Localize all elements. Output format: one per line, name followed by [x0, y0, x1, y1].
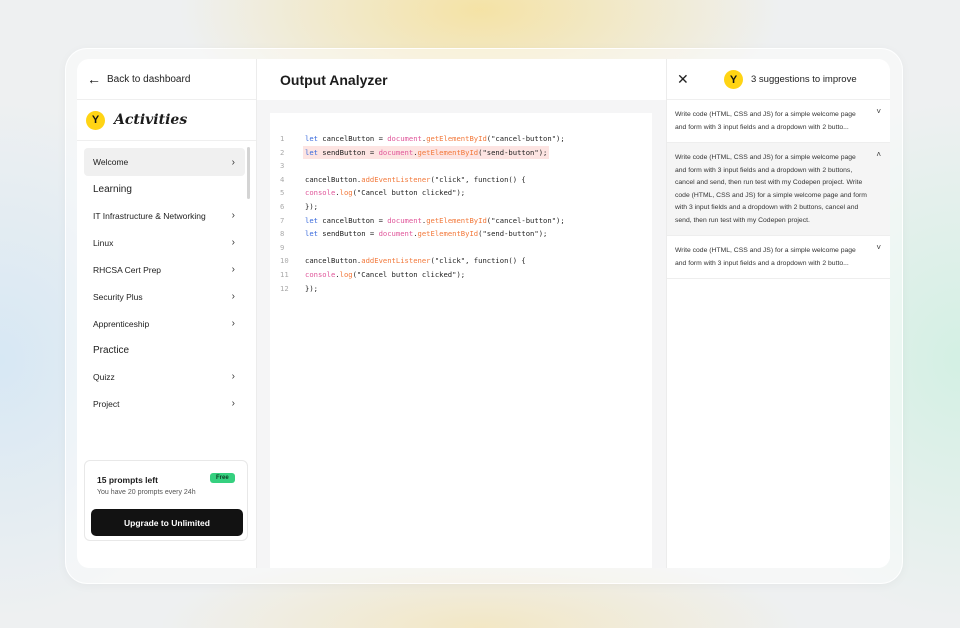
suggestions-list: Write code (HTML, CSS and JS) for a simp… — [667, 100, 890, 279]
line-number: 8 — [280, 229, 285, 239]
code-line: 6}); — [270, 200, 652, 213]
sidebar-item-label: RHCSA Cert Prep — [93, 264, 162, 275]
sidebar-nav: Welcome › Learning IT Infrastructure & Netw… — [77, 147, 257, 417]
sidebar-item-label: IT Infrastructure & Networking — [93, 210, 206, 221]
prompts-subtitle: You have 20 prompts every 24h — [97, 489, 196, 496]
chevron-right-icon: › — [231, 371, 235, 382]
line-number: 12 — [280, 283, 289, 293]
code-line: 2 let sendButton = document.getElementByI… — [270, 145, 652, 159]
sidebar-item-rhcsa-cert-prep[interactable]: RHCSA Cert Prep › — [77, 256, 257, 283]
main-panel: Output Analyzer 1 let cancelButton = docu… — [257, 59, 666, 568]
sidebar: ← Back to dashboard Y Activities Welcome… — [77, 59, 257, 568]
line-number: 3 — [280, 161, 285, 171]
chevron-right-icon: › — [231, 210, 235, 221]
code-text: let cancelButton = document.getElementBy… — [305, 215, 565, 225]
suggestions-panel: ✕ Y 3 suggestions to improve Write code … — [666, 59, 890, 568]
sidebar-item-quizz[interactable]: Quizz › — [77, 363, 257, 390]
code-line: 12}); — [270, 282, 652, 295]
code-line: 9 — [270, 241, 652, 254]
code-line: 5 console.log("Cancel button clicked"); — [270, 186, 652, 199]
sidebar-item-linux[interactable]: Linux › — [77, 229, 257, 256]
chevron-right-icon: › — [231, 264, 235, 275]
code-line: 3 — [270, 159, 652, 172]
code-line: 10 cancelButton.addEventListener("click",… — [270, 254, 652, 267]
sidebar-scrollbar[interactable] — [247, 147, 250, 199]
close-icon[interactable]: ✕ — [677, 71, 689, 88]
sidebar-item-label: Quizz — [93, 371, 115, 382]
suggestion-text: Write code (HTML, CSS and JS) for a simp… — [675, 154, 867, 224]
line-number: 2 — [280, 147, 285, 157]
logo-icon: Y — [86, 110, 105, 130]
suggestion-item[interactable]: Write code (HTML, CSS and JS) for a simp… — [667, 143, 890, 236]
plan-badge: Free — [210, 473, 235, 483]
page-title: Output Analyzer — [257, 59, 666, 100]
line-number: 10 — [280, 256, 289, 266]
chevron-down-icon[interactable]: ˅ — [876, 242, 881, 255]
sidebar-item-label: Linux — [93, 237, 114, 248]
sidebar-item-project[interactable]: Project › — [77, 390, 257, 417]
chevron-up-icon[interactable]: ˄ — [876, 149, 881, 162]
line-number: 11 — [280, 270, 289, 279]
code-text: cancelButton.addEventListener("click", f… — [305, 256, 526, 266]
line-number: 9 — [280, 242, 285, 252]
code-text: console.log("Cancel button clicked"); — [305, 270, 466, 279]
line-number: 6 — [280, 202, 285, 211]
chevron-right-icon: › — [231, 318, 235, 329]
suggestion-text: Write code (HTML, CSS and JS) for a simp… — [675, 247, 856, 267]
code-line: 7 let cancelButton = document.getElementB… — [270, 214, 652, 227]
code-editor[interactable]: 1 let cancelButton = document.getElementB… — [270, 113, 652, 568]
prompts-left: 15 prompts left — [97, 475, 158, 485]
suggestions-header: ✕ Y 3 suggestions to improve — [667, 59, 890, 100]
sidebar-item-label: Apprenticeship — [93, 318, 150, 329]
back-label: Back to dashboard — [107, 73, 191, 85]
code-line: 8 let sendButton = document.getElementByI… — [270, 227, 652, 240]
line-number: 4 — [280, 174, 285, 184]
sidebar-item-it-infrastructure-networking[interactable]: IT Infrastructure & Networking › — [77, 202, 257, 229]
arrow-left-icon: ← — [87, 71, 101, 87]
sidebar-item-security-plus[interactable]: Security Plus › — [77, 283, 257, 310]
suggestion-item[interactable]: Write code (HTML, CSS and JS) for a simp… — [667, 100, 890, 143]
app-window: ← Back to dashboard Y Activities Welcome… — [77, 59, 890, 568]
chevron-right-icon: › — [231, 156, 235, 168]
code-line: 1 let cancelButton = document.getElementB… — [270, 132, 652, 145]
line-number: 1 — [280, 134, 285, 143]
back-to-dashboard-link[interactable]: ← Back to dashboard — [77, 59, 256, 100]
code-line: 4 cancelButton.addEventListener("click", … — [270, 173, 652, 186]
code-text: let cancelButton = document.getElementBy… — [305, 134, 565, 143]
code-text: let sendButton = document.getElementById… — [303, 145, 550, 159]
sidebar-item-label: Security Plus — [93, 291, 143, 302]
code-text: console.log("Cancel button clicked"); — [305, 188, 466, 198]
line-number: 7 — [280, 215, 285, 225]
code-text: }); — [305, 202, 318, 211]
brand: Y Activities — [77, 100, 256, 141]
brand-title: Activities — [114, 112, 188, 128]
upgrade-button[interactable]: Upgrade to Unlimited — [91, 509, 243, 536]
prompts-card: 15 prompts left You have 20 prompts ever… — [84, 460, 248, 541]
code-text: cancelButton.addEventListener("click", f… — [305, 174, 526, 184]
suggestions-title: 3 suggestions to improve — [751, 74, 857, 85]
chevron-right-icon: › — [231, 291, 235, 302]
section-heading: Practice — [93, 344, 130, 356]
chevron-right-icon: › — [231, 398, 235, 409]
chevron-right-icon: › — [231, 237, 235, 248]
logo-icon: Y — [724, 70, 743, 89]
sidebar-item-label: Project — [93, 398, 120, 409]
section-heading: Learning — [93, 183, 132, 195]
sidebar-item-apprenticeship[interactable]: Apprenticeship › — [77, 310, 257, 337]
code-line: 11 console.log("Cancel button clicked"); — [270, 268, 652, 281]
line-number: 5 — [280, 188, 285, 198]
sidebar-item-label: Welcome — [93, 157, 129, 167]
code-text: }); — [305, 283, 318, 293]
suggestion-text: Write code (HTML, CSS and JS) for a simp… — [675, 111, 856, 131]
sidebar-item-welcome[interactable]: Welcome › — [84, 148, 245, 176]
code-text: let sendButton = document.getElementById… — [305, 229, 548, 239]
suggestion-item[interactable]: Write code (HTML, CSS and JS) for a simp… — [667, 236, 890, 279]
chevron-down-icon[interactable]: ˅ — [876, 106, 881, 119]
